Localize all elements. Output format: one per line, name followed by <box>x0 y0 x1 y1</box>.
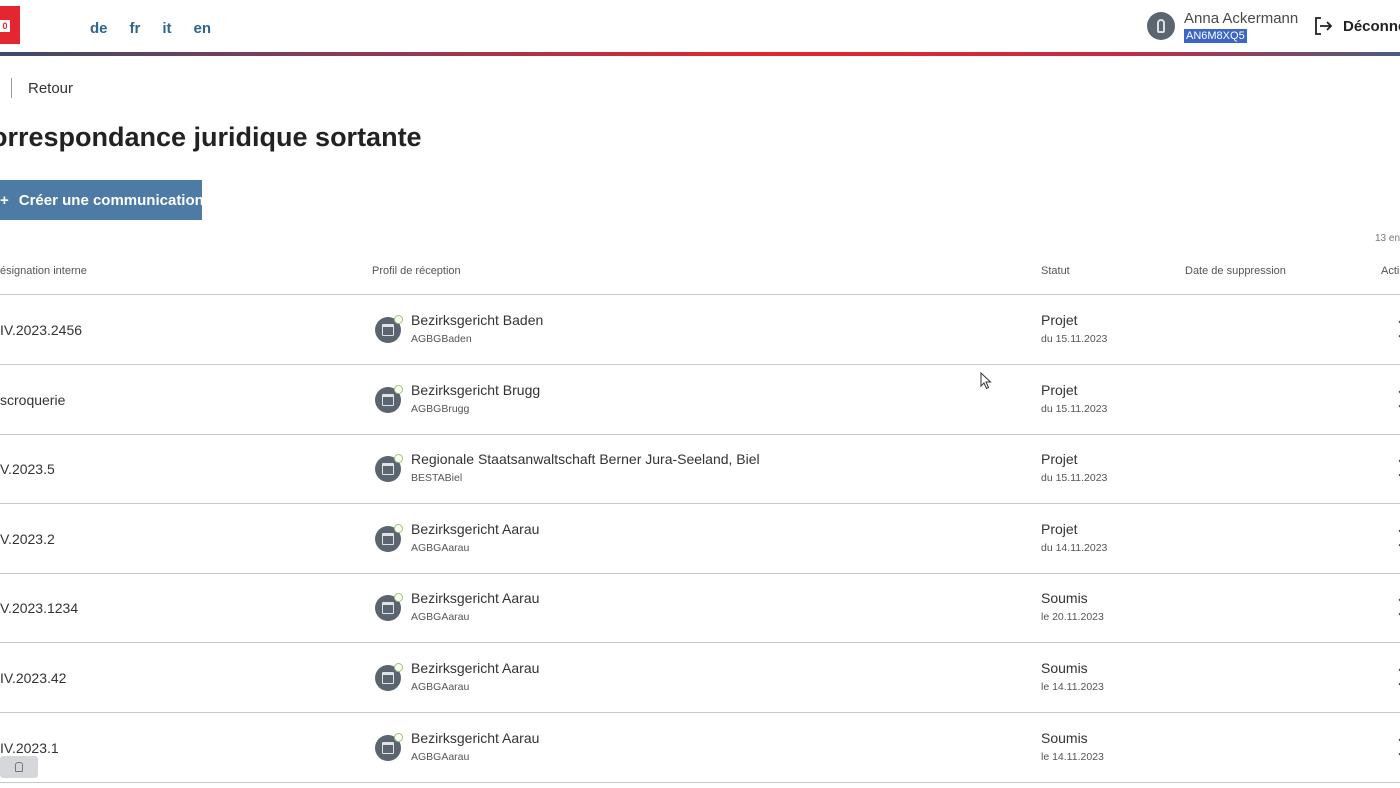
table-row[interactable]: IV.2023.42 Bezirksgericht Aarau AGBGAarau S… <box>0 643 1400 713</box>
back-separator <box>11 78 12 98</box>
courthouse-icon <box>375 523 403 552</box>
row-designation: V.2023.5 <box>0 461 55 478</box>
column-header-status[interactable]: Statut <box>1041 265 1070 277</box>
row-status: Projet <box>1041 451 1078 468</box>
chevron-right-icon[interactable] <box>1393 529 1400 547</box>
create-communication-button[interactable]: + Créer une communication <box>0 180 204 220</box>
user-support-button[interactable] <box>0 756 38 778</box>
mouse-cursor-icon <box>980 372 992 390</box>
brand-logo-text: 0 <box>0 20 10 32</box>
lang-fr[interactable]: fr <box>130 20 141 37</box>
row-profile-code: BESTABiel <box>411 472 463 485</box>
row-profile-code: AGBGAarau <box>411 541 470 554</box>
app-header: 0 de fr it en Anna Ackermann AN6M8XQ5 Dé… <box>0 0 1400 58</box>
column-header-designation[interactable]: ésignation interne <box>0 265 87 277</box>
user-avatar-icon <box>1147 12 1175 40</box>
language-switcher: de fr it en <box>90 20 233 37</box>
create-communication-label: Créer une communication <box>18 191 204 209</box>
row-designation: IV.2023.2456 <box>0 322 83 338</box>
row-status: Projet <box>1041 312 1078 328</box>
row-status: Soumis <box>1041 660 1088 676</box>
lang-en[interactable]: en <box>194 20 212 37</box>
logout-button[interactable]: Déconne <box>1313 16 1400 36</box>
table-row[interactable]: V.2023.2 Bezirksgericht Aarau AGBGAarau Pro… <box>0 504 1400 574</box>
row-profile-name: Bezirksgericht Aarau <box>411 729 540 746</box>
row-designation: IV.2023.42 <box>0 670 67 686</box>
logout-label: Déconne <box>1343 17 1400 35</box>
row-status: Projet <box>1041 520 1078 537</box>
back-link[interactable]: Retour <box>0 78 73 98</box>
courthouse-icon <box>375 384 403 413</box>
row-status: Soumis <box>1041 590 1088 607</box>
chevron-right-icon[interactable] <box>1393 320 1400 338</box>
row-profile-code: AGBGAarau <box>411 611 470 624</box>
row-status-date: le 14.11.2023 <box>1041 750 1104 763</box>
row-profile-name: Bezirksgericht Aarau <box>411 520 540 537</box>
row-status-date: du 15.11.2023 <box>1041 333 1108 345</box>
row-designation: V.2023.1234 <box>0 600 79 617</box>
page-title: orrespondance juridique sortante <box>0 122 422 152</box>
row-status-date: le 14.11.2023 <box>1041 681 1104 693</box>
row-designation: V.2023.2 <box>0 530 55 547</box>
table-row[interactable]: V.2023.1234 Bezirksgericht Aarau AGBGAarau… <box>0 573 1400 644</box>
lang-it[interactable]: it <box>162 20 171 37</box>
back-label: Retour <box>28 79 74 97</box>
lang-de[interactable]: de <box>90 20 108 37</box>
row-profile-name: Regionale Staatsanwaltschaft Berner Jura… <box>411 451 760 468</box>
courthouse-icon <box>375 454 403 483</box>
user-name: Anna Ackermann <box>1184 10 1299 27</box>
column-header-deletion-date[interactable]: Date de suppression <box>1185 265 1286 277</box>
row-profile-code: AGBGBrugg <box>411 402 470 415</box>
table-row[interactable]: IV.2023.2456 Bezirksgericht Baden AGBGBade… <box>0 295 1400 365</box>
column-header-actions: Acti <box>1381 265 1400 277</box>
entry-count: 13 en <box>1375 233 1400 244</box>
courthouse-icon <box>375 315 403 343</box>
row-status-date: du 15.11.2023 <box>1041 472 1108 485</box>
chevron-right-icon[interactable] <box>1393 598 1400 616</box>
chevron-right-icon[interactable] <box>1393 668 1400 686</box>
table-row[interactable]: V.2023.5 Regionale Staatsanwaltschaft Ber… <box>0 434 1400 505</box>
row-profile-name: Bezirksgericht Brugg <box>411 381 541 398</box>
table-row[interactable]: IV.2023.1 Bezirksgericht Aarau AGBGAarau So… <box>0 713 1400 783</box>
brand-logo[interactable]: 0 <box>0 6 20 44</box>
user-icon <box>15 762 23 772</box>
row-status-date: le 20.11.2023 <box>1041 611 1104 624</box>
plus-icon: + <box>0 191 9 209</box>
chevron-right-icon[interactable] <box>1393 390 1400 408</box>
row-profile-code: AGBGAarau <box>411 750 470 763</box>
table-row[interactable]: scroquerie Bezirksgericht Brugg AGBGBrugg P… <box>0 365 1400 435</box>
row-profile-name: Bezirksgericht Aarau <box>411 660 540 676</box>
courthouse-icon <box>375 663 403 691</box>
row-profile-name: Bezirksgericht Aarau <box>411 590 540 607</box>
logout-icon <box>1315 17 1333 35</box>
row-status: Projet <box>1041 381 1078 398</box>
row-profile-code: AGBGAarau <box>411 681 470 693</box>
row-status: Soumis <box>1041 729 1088 746</box>
row-profile-code: AGBGBaden <box>411 333 472 345</box>
chevron-right-icon[interactable] <box>1393 459 1400 477</box>
column-header-profile[interactable]: Profil de réception <box>372 265 461 277</box>
row-designation: IV.2023.1 <box>0 739 59 756</box>
header-divider <box>0 52 1400 56</box>
courthouse-icon <box>375 593 403 622</box>
chevron-right-icon[interactable] <box>1393 738 1400 756</box>
courthouse-icon <box>375 732 403 761</box>
user-id: AN6M8XQ5 <box>1184 29 1247 43</box>
row-profile-name: Bezirksgericht Baden <box>411 312 544 328</box>
row-designation: scroquerie <box>0 391 66 408</box>
row-status-date: du 14.11.2023 <box>1041 541 1108 554</box>
row-status-date: du 15.11.2023 <box>1041 402 1108 415</box>
